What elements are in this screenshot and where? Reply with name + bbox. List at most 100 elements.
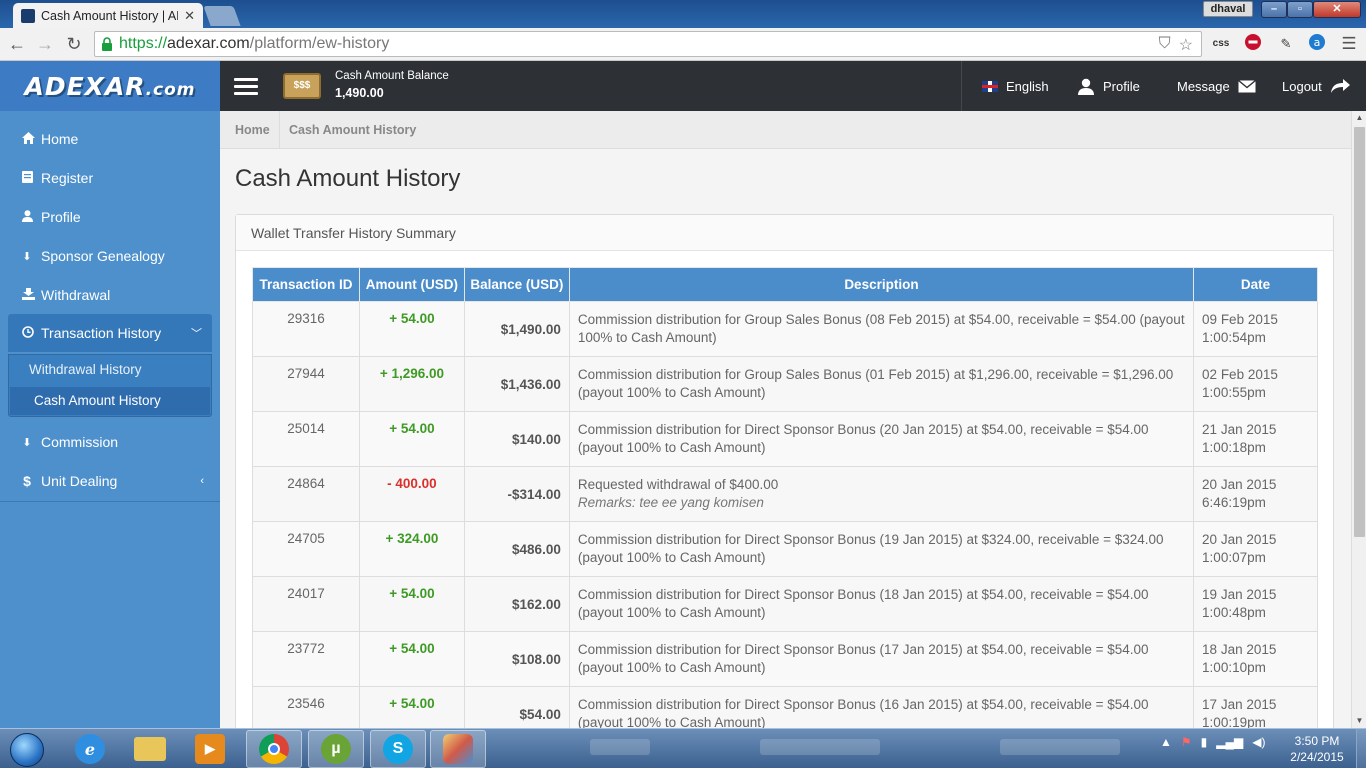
css-extension-icon[interactable]: css: [1210, 33, 1232, 55]
cash-icon: $$$: [283, 73, 321, 99]
system-tray: ▲ ⚑ ▮ ▂▄▆ ◀): [1160, 735, 1265, 749]
lock-icon: [102, 37, 112, 51]
chrome-menu-icon[interactable]: ☰: [1338, 33, 1360, 55]
bookmark-star-icon[interactable]: ☆: [1179, 35, 1193, 55]
balance-cell: $162.00: [463, 576, 570, 632]
new-tab-button[interactable]: [203, 6, 241, 26]
time-text: 1:00:48pm: [1202, 605, 1266, 620]
sidebar-divider: [0, 501, 220, 502]
date-cell: 02 Feb 2015 1:00:55pm: [1193, 356, 1318, 412]
sidebar-item-withdrawal[interactable]: Withdrawal: [0, 276, 220, 314]
media-player-icon[interactable]: ▶: [182, 730, 238, 768]
transaction-id-cell: 23772: [252, 631, 360, 687]
action-center-icon[interactable]: ⚑: [1181, 735, 1192, 749]
uk-flag-icon: [982, 80, 998, 92]
table-row: 24705 + 324.00 $486.00 Commission distribut…: [252, 521, 1318, 577]
submenu-item-withdrawal-history[interactable]: Withdrawal History: [29, 362, 142, 377]
chrome-icon[interactable]: [246, 730, 302, 768]
transaction-id-cell: 27944: [252, 356, 360, 412]
breadcrumb-separator: [279, 111, 280, 149]
sidebar-item-unit-dealing[interactable]: $ Unit Dealing ‹: [0, 462, 220, 500]
adexar-logo[interactable]: ADEXAR.com: [0, 61, 220, 111]
internet-explorer-icon[interactable]: e: [62, 730, 118, 768]
shield-icon[interactable]: ⛉: [1159, 35, 1171, 55]
user-icon: [22, 209, 33, 225]
profile-link[interactable]: Profile: [1077, 61, 1140, 111]
chevron-left-icon: ‹: [200, 475, 204, 487]
page-scrollbar[interactable]: ▲ ▼: [1351, 111, 1366, 728]
start-button[interactable]: [2, 730, 52, 768]
column-header-transaction-id[interactable]: Transaction ID: [252, 267, 360, 302]
tab-close-icon[interactable]: ✕: [184, 8, 195, 24]
transaction-history-submenu: Withdrawal History Cash Amount History: [8, 354, 212, 417]
date-text: 19 Jan 2015: [1202, 587, 1277, 602]
sidebar-item-sponsor-genealogy[interactable]: ⬇ Sponsor Genealogy: [0, 237, 220, 275]
description-cell: Commission distribution for Group Sales …: [568, 301, 1195, 357]
volume-icon[interactable]: ◀): [1252, 735, 1265, 749]
panel-title: Wallet Transfer History Summary: [236, 215, 1333, 251]
balance-value: 1,490.00: [335, 86, 384, 100]
minimize-button[interactable]: –: [1261, 1, 1287, 18]
sidebar-item-profile[interactable]: Profile: [0, 198, 220, 236]
column-header-balance[interactable]: Balance (USD): [463, 267, 570, 302]
browser-tab[interactable]: Cash Amount History | AD ✕: [13, 3, 203, 28]
transaction-id-cell: 24864: [252, 466, 360, 522]
history-table: Transaction ID Amount (USD) Balance (USD…: [252, 267, 1318, 728]
sidebar-item-commission[interactable]: ⬇ Commission: [0, 423, 220, 461]
show-desktop-button[interactable]: [1356, 729, 1366, 768]
browser-user-badge[interactable]: dhaval: [1203, 1, 1253, 17]
taskbar-clock[interactable]: 3:50 PM 2/24/2015: [1282, 733, 1352, 765]
description-cell: Commission distribution for Direct Spons…: [568, 411, 1195, 467]
a-extension-icon[interactable]: a: [1306, 33, 1328, 55]
skype-icon[interactable]: S: [370, 730, 426, 768]
battery-icon[interactable]: ▮: [1201, 735, 1208, 749]
submenu-item-cash-amount-history[interactable]: Cash Amount History: [34, 393, 161, 408]
date-cell: 20 Jan 2015 6:46:19pm: [1193, 466, 1318, 522]
maximize-button[interactable]: ▫: [1287, 1, 1313, 18]
scroll-thumb[interactable]: [1354, 127, 1365, 537]
transaction-id-cell: 29316: [252, 301, 360, 357]
balance-cell: $1,490.00: [463, 301, 570, 357]
scroll-up-arrow-icon[interactable]: ▲: [1352, 111, 1366, 125]
sidebar-item-register[interactable]: Register: [0, 159, 220, 197]
description-text: Requested withdrawal of $400.00: [577, 477, 779, 492]
tray-expand-icon[interactable]: ▲: [1160, 735, 1172, 749]
taskbar-blurred-item: [590, 739, 650, 755]
sidebar-item-transaction-history[interactable]: Transaction History ﹀: [8, 314, 212, 352]
sidebar-item-home[interactable]: Home: [0, 120, 220, 158]
description-cell: Commission distribution for Direct Spons…: [568, 631, 1195, 687]
message-link[interactable]: Message: [1177, 61, 1256, 111]
description-text: Commission distribution for Direct Spons…: [577, 642, 1149, 675]
transaction-id-cell: 24017: [252, 576, 360, 632]
date-cell: 21 Jan 2015 1:00:18pm: [1193, 411, 1318, 467]
amount-cell: + 54.00: [358, 631, 465, 687]
column-header-amount[interactable]: Amount (USD): [358, 267, 465, 302]
main-content: Home Cash Amount History Cash Amount His…: [220, 111, 1351, 728]
network-icon[interactable]: ▂▄▆: [1216, 735, 1243, 749]
scroll-down-arrow-icon[interactable]: ▼: [1352, 714, 1366, 728]
table-row: 25014 + 54.00 $140.00 Commission distributi…: [252, 411, 1318, 467]
language-selector[interactable]: English: [982, 61, 1049, 111]
time-text: 1:00:18pm: [1202, 440, 1266, 455]
adblock-extension-icon[interactable]: [1242, 33, 1264, 55]
eyedropper-extension-icon[interactable]: ✎: [1275, 33, 1297, 55]
reload-icon[interactable]: ↻: [63, 33, 85, 55]
menu-toggle-icon[interactable]: [234, 78, 258, 96]
back-icon[interactable]: ←: [6, 33, 28, 55]
file-explorer-icon[interactable]: [122, 730, 178, 768]
address-bar[interactable]: https://adexar.com/platform/ew-history ⛉…: [94, 31, 1202, 57]
description-cell: Requested withdrawal of $400.00 Remarks: …: [568, 466, 1195, 522]
description-cell: Commission distribution for Direct Spons…: [568, 576, 1195, 632]
transaction-id-cell: 23546: [252, 686, 360, 728]
breadcrumb-home[interactable]: Home: [235, 123, 270, 137]
time-text: 1:00:10pm: [1202, 660, 1266, 675]
amount-cell: + 54.00: [358, 576, 465, 632]
column-header-description[interactable]: Description: [568, 267, 1195, 302]
forward-icon[interactable]: →: [34, 33, 56, 55]
description-text: Commission distribution for Group Sales …: [577, 367, 1174, 400]
utorrent-icon[interactable]: µ: [308, 730, 364, 768]
logout-link[interactable]: Logout: [1282, 61, 1350, 111]
paint-icon[interactable]: [430, 730, 486, 768]
column-header-date[interactable]: Date: [1193, 267, 1318, 302]
close-window-button[interactable]: ✕: [1313, 1, 1361, 18]
